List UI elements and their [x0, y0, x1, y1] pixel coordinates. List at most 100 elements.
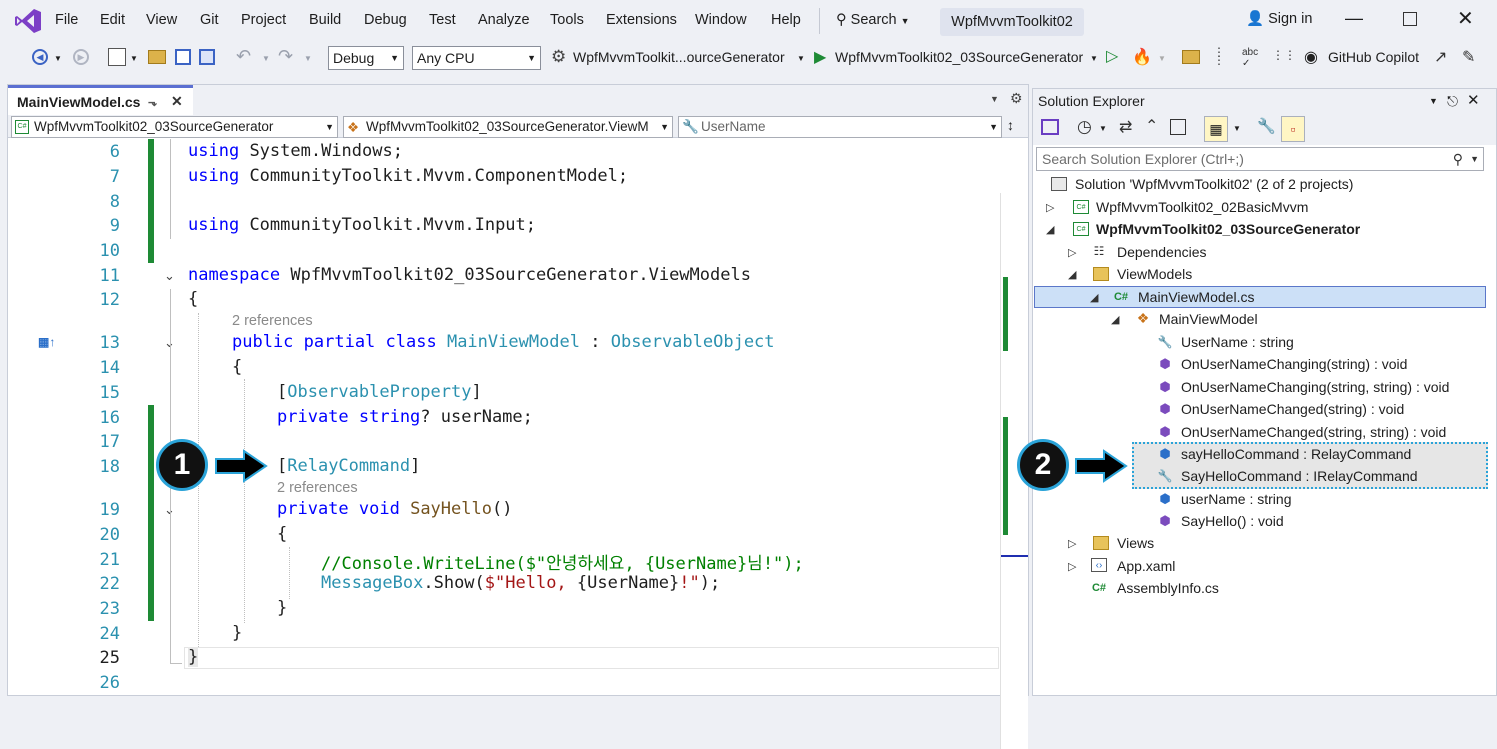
feedback-icon[interactable]: ✎: [1462, 47, 1475, 67]
chevron-down-icon[interactable]: ▼: [262, 54, 270, 63]
navigate-back-icon[interactable]: ◀: [32, 49, 48, 65]
start-debugging-icon[interactable]: ▶: [814, 47, 826, 67]
tree-item-project[interactable]: WpfMvvmToolkit02_02BasicMvvm: [1096, 199, 1308, 215]
menu-git[interactable]: Git: [200, 12, 219, 28]
sync-icon[interactable]: ⇄: [1119, 117, 1132, 137]
pin-icon[interactable]: ⎋: [1447, 89, 1458, 113]
hot-reload-icon[interactable]: 🔥: [1132, 47, 1152, 67]
redo-icon[interactable]: ↷: [278, 46, 293, 67]
maximize-button[interactable]: [1403, 12, 1417, 26]
codelens-references[interactable]: 2 references: [232, 313, 313, 329]
menu-analyze[interactable]: Analyze: [478, 12, 530, 28]
tree-item-class[interactable]: MainViewModel: [1159, 311, 1258, 327]
menu-edit[interactable]: Edit: [100, 12, 125, 28]
menu-build[interactable]: Build: [309, 12, 341, 28]
menu-file[interactable]: File: [55, 12, 78, 28]
chevron-down-icon[interactable]: ▼: [1090, 54, 1098, 63]
github-copilot-button[interactable]: GitHub Copilot: [1328, 49, 1419, 65]
tree-item-member[interactable]: SayHelloCommand : IRelayCommand: [1181, 468, 1418, 484]
startup-project-selector[interactable]: WpfMvvmToolkit...ourceGenerator: [573, 49, 785, 65]
menu-extensions[interactable]: Extensions: [606, 12, 677, 28]
search-button[interactable]: ⚲ Search ▼: [836, 12, 910, 28]
expand-arrow-icon[interactable]: ▷: [1068, 537, 1076, 550]
save-icon[interactable]: [175, 49, 191, 65]
menu-view[interactable]: View: [146, 12, 177, 28]
tree-item-file[interactable]: App.xaml: [1117, 558, 1175, 574]
collapse-arrow-icon[interactable]: ◢: [1046, 223, 1054, 236]
spell-check-icon[interactable]: abc ✓: [1242, 47, 1258, 69]
tree-item-member[interactable]: OnUserNameChanged(string, string) : void: [1181, 424, 1446, 440]
save-all-icon[interactable]: [199, 49, 215, 65]
collapse-arrow-icon[interactable]: ◢: [1068, 268, 1076, 281]
chevron-down-icon[interactable]: ▼: [1099, 124, 1107, 133]
toggle-comment-icon[interactable]: ⋮ ⋮: [1213, 46, 1225, 66]
chevron-down-icon[interactable]: ▼: [797, 54, 805, 63]
properties-wrench-icon[interactable]: 🔧: [1257, 117, 1276, 135]
tree-item-selected[interactable]: [1034, 286, 1486, 308]
tree-item-member[interactable]: SayHello() : void: [1181, 513, 1284, 529]
tree-item-member[interactable]: userName : string: [1181, 491, 1291, 507]
sign-in-button[interactable]: 👤 Sign in: [1246, 10, 1312, 27]
tree-item-member[interactable]: OnUserNameChanged(string) : void: [1181, 401, 1404, 417]
tree-item-member[interactable]: sayHelloCommand : RelayCommand: [1181, 446, 1411, 462]
expand-arrow-icon[interactable]: ▷: [1068, 560, 1076, 573]
document-tab[interactable]: MainViewModel.cs ⬎ ✕: [8, 85, 193, 115]
solution-platform-dropdown[interactable]: Any CPU ▼: [412, 46, 541, 70]
collapse-all-icon[interactable]: ⌃: [1145, 116, 1158, 136]
solution-configuration-dropdown[interactable]: Debug ▼: [328, 46, 404, 70]
tree-item-dependencies[interactable]: Dependencies: [1117, 244, 1207, 260]
tree-item-member[interactable]: UserName : string: [1181, 334, 1294, 350]
menu-window[interactable]: Window: [695, 12, 747, 28]
menu-help[interactable]: Help: [771, 12, 801, 28]
close-window-button[interactable]: ✕: [1457, 6, 1474, 31]
tree-item-solution[interactable]: Solution 'WpfMvvmToolkit02' (2 of 2 proj…: [1075, 176, 1353, 192]
tab-list-icon[interactable]: ▼: [990, 94, 999, 104]
collapse-arrow-icon[interactable]: ◢: [1090, 291, 1098, 304]
pin-icon[interactable]: ⬎: [148, 96, 157, 109]
preview-selected-items-icon[interactable]: ▫: [1281, 116, 1305, 142]
tree-item-file[interactable]: AssemblyInfo.cs: [1117, 580, 1219, 596]
new-project-icon[interactable]: [108, 48, 126, 66]
codelens-references[interactable]: 2 references: [277, 480, 358, 496]
find-in-files-icon[interactable]: [1182, 50, 1200, 64]
chevron-down-icon[interactable]: ▼: [130, 54, 138, 63]
chevron-down-icon[interactable]: ▼: [1158, 54, 1166, 63]
tree-item-member[interactable]: OnUserNameChanging(string) : void: [1181, 356, 1407, 372]
collapse-chevron-icon[interactable]: ⌄: [164, 268, 175, 284]
share-icon[interactable]: ↗: [1434, 47, 1447, 67]
start-without-debugging-icon[interactable]: ▷: [1106, 46, 1118, 66]
chevron-down-icon[interactable]: ▼: [54, 54, 62, 63]
minimize-button[interactable]: —: [1345, 8, 1363, 29]
code-area[interactable]: 6 7 8 9 10 11 12 13 14 15 16 17 18 19 20…: [8, 139, 1028, 749]
show-all-files-icon[interactable]: [1170, 119, 1186, 135]
expand-arrow-icon[interactable]: ▷: [1046, 201, 1054, 214]
collapse-arrow-icon[interactable]: ◢: [1111, 313, 1119, 326]
chevron-down-icon[interactable]: ▼: [1233, 124, 1241, 133]
project-dropdown[interactable]: C# WpfMvvmToolkit02_03SourceGenerator ▼: [11, 116, 338, 138]
history-icon[interactable]: ◷: [1077, 117, 1092, 137]
undo-icon[interactable]: ↶: [236, 46, 251, 67]
close-panel-icon[interactable]: ✕: [1467, 89, 1480, 113]
switch-views-icon[interactable]: [1041, 119, 1059, 135]
tree-item-folder[interactable]: ViewModels: [1117, 266, 1192, 282]
menu-tools[interactable]: Tools: [550, 12, 584, 28]
filter-pending-changes-icon[interactable]: ▦: [1204, 116, 1228, 142]
start-debugging-button[interactable]: WpfMvvmToolkit02_03SourceGenerator: [835, 49, 1083, 65]
chevron-down-icon[interactable]: ▼: [304, 54, 312, 63]
format-icon[interactable]: ⋮⋮: [1272, 48, 1296, 62]
menu-test[interactable]: Test: [429, 12, 456, 28]
expand-arrow-icon[interactable]: ▷: [1068, 246, 1076, 259]
menu-project[interactable]: Project: [241, 12, 286, 28]
open-folder-icon[interactable]: [148, 50, 166, 64]
window-position-icon[interactable]: ▼: [1429, 89, 1438, 113]
tree-item-file[interactable]: MainViewModel.cs: [1138, 289, 1254, 305]
tree-item-member[interactable]: OnUserNameChanging(string, string) : voi…: [1181, 379, 1449, 395]
tree-item-startup-project[interactable]: WpfMvvmToolkit02_03SourceGenerator: [1096, 221, 1360, 237]
tree-item-folder[interactable]: Views: [1117, 535, 1154, 551]
type-dropdown[interactable]: ❖ WpfMvvmToolkit02_03SourceGenerator.Vie…: [343, 116, 673, 138]
menu-debug[interactable]: Debug: [364, 12, 407, 28]
solution-explorer-search-input[interactable]: Search Solution Explorer (Ctrl+;) ⚲ ▼: [1036, 147, 1484, 171]
member-dropdown[interactable]: 🔧 UserName ▼: [678, 116, 1002, 138]
implementation-margin-icon[interactable]: ▦↑: [38, 335, 55, 349]
navigate-forward-icon[interactable]: ▶: [73, 49, 89, 65]
